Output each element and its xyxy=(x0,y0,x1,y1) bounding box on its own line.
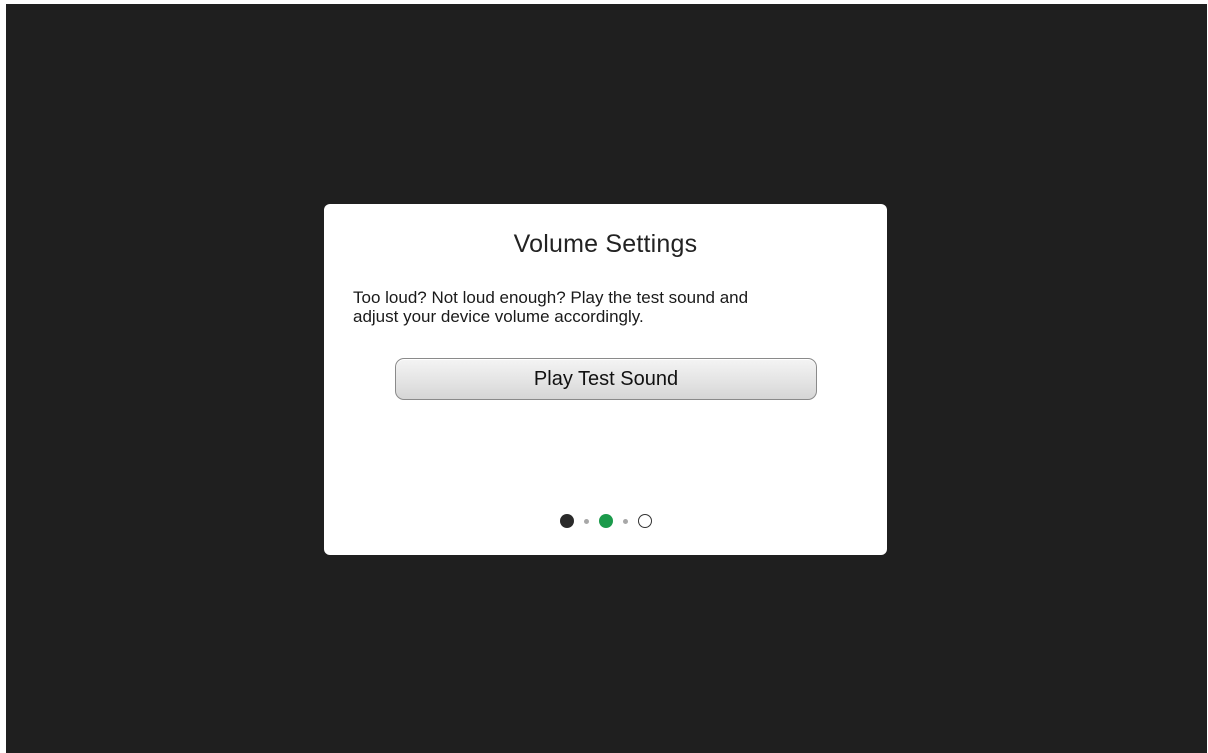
page-dot-current xyxy=(598,514,613,528)
volume-settings-dialog: Volume Settings Too loud? Not loud enoug… xyxy=(324,204,887,555)
page-dot-visited xyxy=(559,514,574,528)
page-dot-separator xyxy=(622,518,628,524)
app-background: Volume Settings Too loud? Not loud enoug… xyxy=(6,4,1207,753)
dialog-message-line-2: adjust your device volume accordingly. xyxy=(353,307,644,326)
page-dot-upcoming xyxy=(637,514,652,528)
page-dot-separator xyxy=(583,518,589,524)
dialog-message: Too loud? Not loud enough? Play the test… xyxy=(353,288,853,326)
dialog-message-line-1: Too loud? Not loud enough? Play the test… xyxy=(353,288,749,307)
dialog-title: Volume Settings xyxy=(513,230,698,258)
play-test-sound-button[interactable]: Play Test Sound xyxy=(395,358,817,400)
page-indicator xyxy=(324,513,887,529)
